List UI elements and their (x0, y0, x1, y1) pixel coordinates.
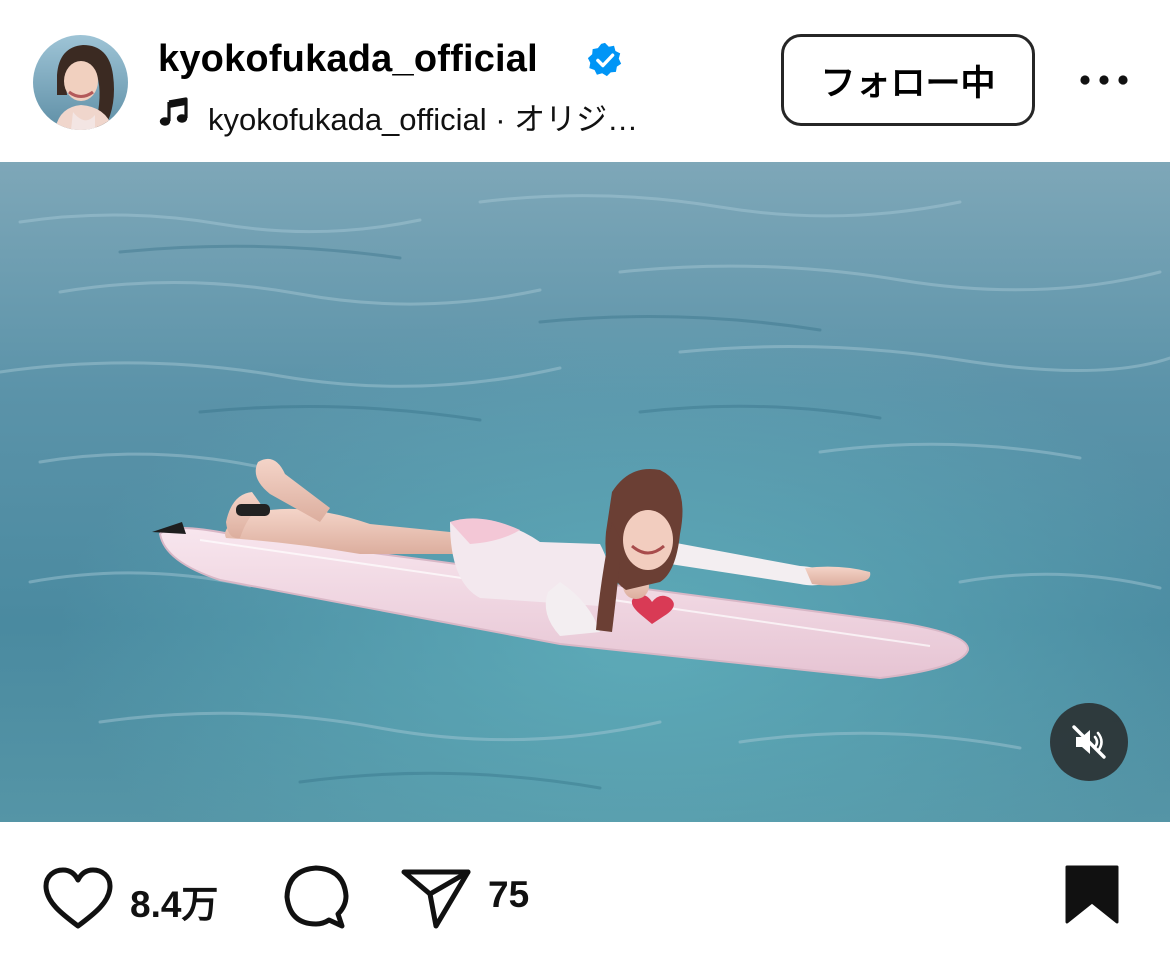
avatar[interactable] (33, 35, 128, 130)
like-count[interactable]: 8.4万 (130, 874, 218, 928)
mute-toggle-button[interactable] (1050, 703, 1128, 781)
bookmark-icon[interactable] (1064, 864, 1120, 926)
username[interactable]: kyokofukada_official (158, 38, 538, 81)
share-count[interactable]: 75 (488, 874, 529, 916)
comment-icon[interactable] (282, 862, 352, 932)
send-icon[interactable] (400, 866, 472, 930)
muted-speaker-icon (1072, 725, 1106, 759)
post-video[interactable] (0, 162, 1170, 822)
heart-icon[interactable] (42, 866, 114, 930)
music-note-icon (159, 97, 188, 126)
audio-label: kyokofukada_official · オリジ… (208, 102, 639, 137)
action-bar: 8.4万 75 (0, 822, 1170, 961)
verified-badge-icon (587, 42, 622, 77)
following-button[interactable]: フォロー中 (781, 34, 1035, 126)
post-header: kyokofukada_official kyokofukada_officia… (0, 0, 1170, 162)
more-options-icon[interactable] (1076, 60, 1132, 100)
